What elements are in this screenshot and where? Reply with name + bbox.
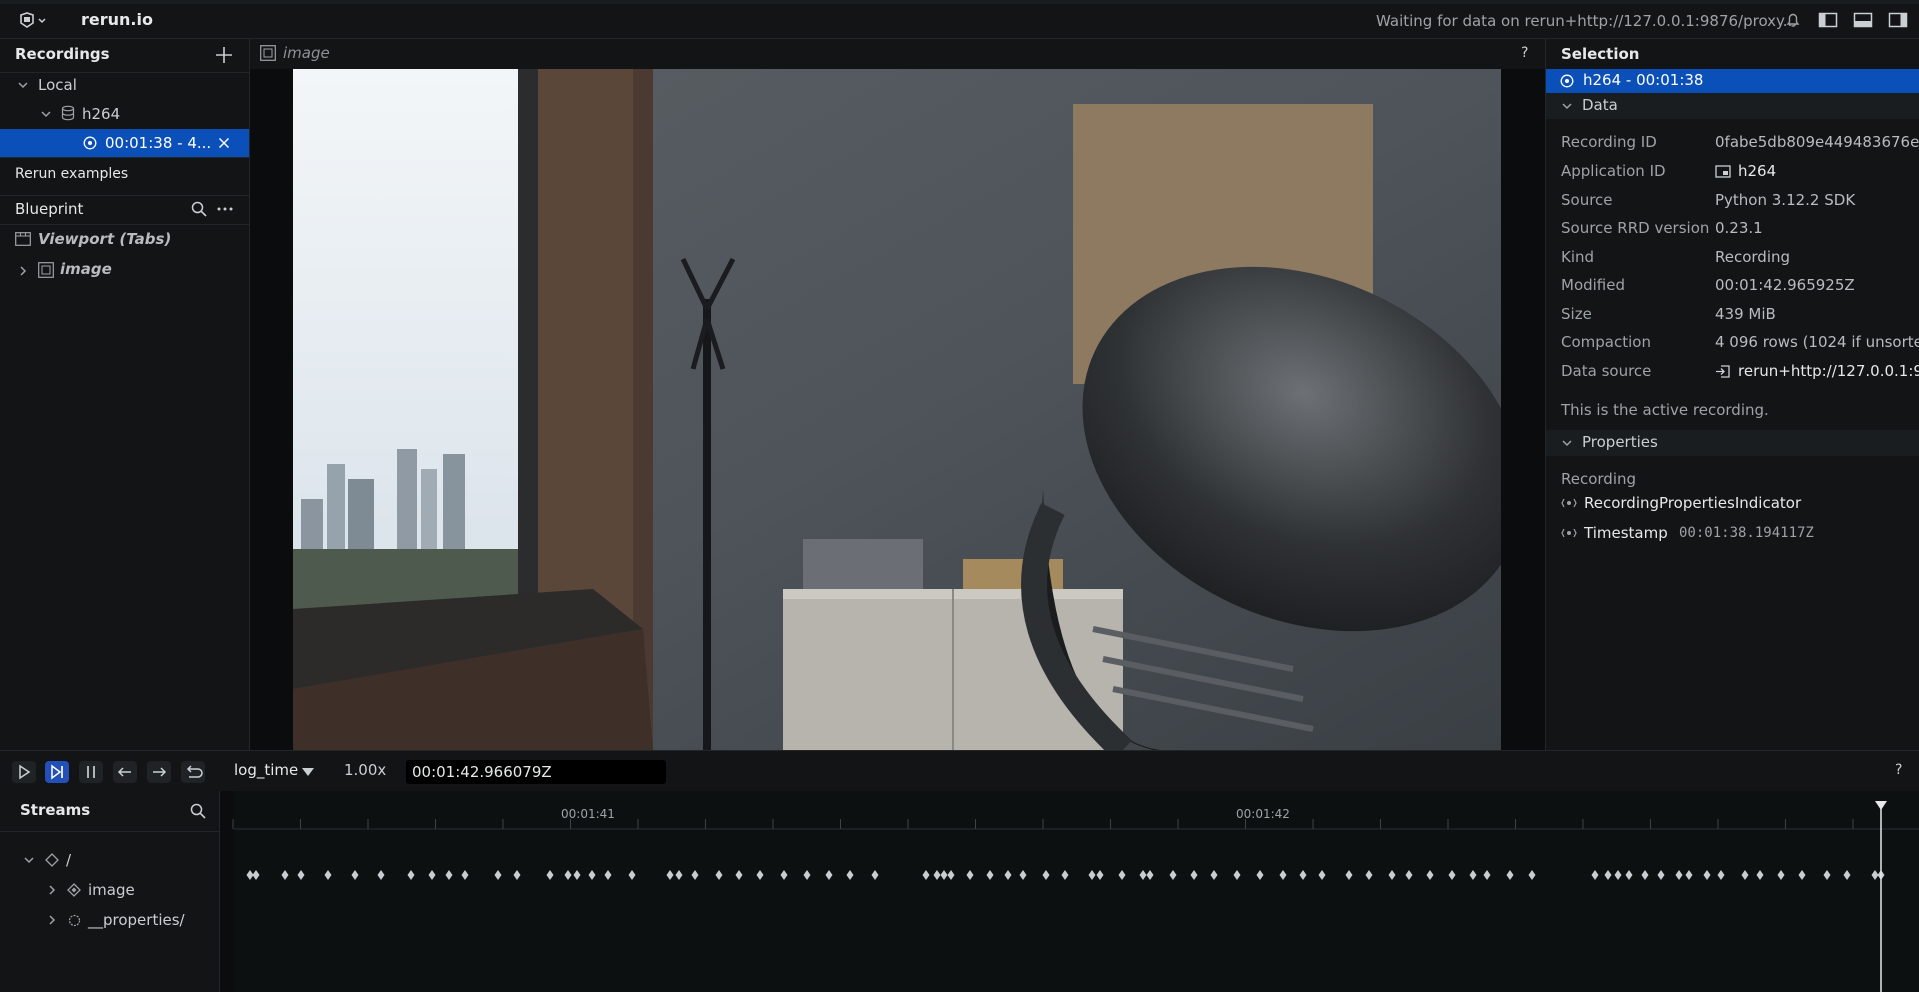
- streams-panel: Streams / image __properties/: [0, 791, 220, 992]
- selected-item-label: h264 - 00:01:38: [1583, 71, 1704, 89]
- chevron-right-icon[interactable]: [46, 884, 58, 896]
- field-value: 0fabe5db809e449483676e6: [1715, 133, 1919, 151]
- search-icon[interactable]: [190, 200, 208, 218]
- time-help-button[interactable]: ?: [1895, 762, 1902, 778]
- add-recording-icon[interactable]: [214, 45, 234, 65]
- component-icon: [1561, 527, 1577, 539]
- blueprint-title: Blueprint: [15, 200, 84, 218]
- chevron-right-icon[interactable]: [17, 265, 29, 277]
- toggle-right-panel-icon[interactable]: [1888, 11, 1908, 29]
- tick-label-00-01-41: 00:01:41: [561, 807, 615, 821]
- field-key: Modified: [1561, 276, 1626, 294]
- tick-label-00-01-42: 00:01:42: [1236, 807, 1290, 821]
- field-key: Source: [1561, 191, 1613, 209]
- timeline-canvas: 00:01:41 00:01:42: [220, 791, 1919, 992]
- field-value: Recording: [1715, 248, 1791, 266]
- recording-icon: [83, 136, 97, 150]
- notifications-bell-icon[interactable]: [1783, 11, 1803, 29]
- field-value: 439 MiB: [1715, 305, 1776, 323]
- application-icon: [1715, 164, 1731, 179]
- field-key: Recording ID: [1561, 133, 1657, 151]
- view-tab-bar: image ?: [250, 39, 1545, 69]
- time-controls: log_time 1.00x 00:01:42.966079Z ?: [0, 750, 1919, 791]
- field-value[interactable]: rerun+http://127.0.0.1:987: [1738, 362, 1919, 380]
- viewport-tabs-icon: [15, 232, 31, 246]
- data-source-icon: [1715, 364, 1731, 379]
- stream-root[interactable]: /: [66, 851, 71, 869]
- image-view-icon: [260, 45, 276, 61]
- stream-item-image[interactable]: image: [88, 881, 135, 899]
- properties-gear-icon: [67, 913, 82, 928]
- recordings-title: Recordings: [15, 45, 110, 63]
- field-key: Size: [1561, 305, 1592, 323]
- properties-section-header[interactable]: Properties: [1546, 430, 1919, 456]
- blueprint-view-image[interactable]: image: [60, 260, 112, 278]
- property-value: 00:01:38.194117Z: [1679, 525, 1814, 541]
- component-icon: [1561, 497, 1577, 509]
- step-back-button[interactable]: [113, 761, 137, 783]
- view-tab-image[interactable]: image: [283, 44, 330, 62]
- properties-group-label: Recording: [1561, 470, 1637, 488]
- search-icon[interactable]: [189, 802, 207, 820]
- chevron-down-icon[interactable]: [23, 854, 35, 866]
- field-key: Source RRD version: [1561, 219, 1710, 237]
- toggle-left-panel-icon[interactable]: [1818, 11, 1838, 29]
- play-button[interactable]: [12, 761, 36, 783]
- playback-speed[interactable]: 1.00x: [344, 761, 386, 779]
- close-icon[interactable]: [218, 137, 230, 149]
- timeline-selector[interactable]: log_time: [234, 761, 298, 779]
- entity-diamond-icon: [67, 883, 81, 897]
- view-help-button[interactable]: ?: [1521, 45, 1528, 61]
- chevron-down-icon[interactable]: [17, 79, 29, 91]
- chevron-right-icon[interactable]: [46, 914, 58, 926]
- database-icon: [61, 105, 75, 121]
- property-key[interactable]: RecordingPropertiesIndicator: [1584, 494, 1801, 512]
- loop-button[interactable]: [181, 761, 205, 783]
- active-recording-note: This is the active recording.: [1561, 401, 1769, 419]
- field-key: Compaction: [1561, 333, 1651, 351]
- video-frame: [293, 69, 1501, 750]
- recording-label: 00:01:38 - 4...: [105, 134, 212, 152]
- field-key: Data source: [1561, 362, 1652, 380]
- follow-button[interactable]: [45, 761, 69, 783]
- data-section-header[interactable]: Data: [1546, 93, 1919, 119]
- pause-button[interactable]: [79, 761, 103, 783]
- field-value: h264: [1738, 162, 1777, 180]
- chevron-down-icon[interactable]: [40, 108, 52, 120]
- left-panel: Recordings Local h264 00:01:38 - 4... Re…: [0, 39, 250, 750]
- entity-diamond-icon: [45, 853, 59, 867]
- timeline-panel[interactable]: 00:01:41 00:01:42: [220, 791, 1919, 992]
- field-value: 4 096 rows (1024 if unsorted: [1715, 333, 1919, 351]
- recording-item[interactable]: 00:01:38 - 4...: [0, 129, 249, 157]
- caret-down-icon[interactable]: [301, 767, 315, 777]
- selected-item[interactable]: h264 - 00:01:38: [1546, 69, 1919, 93]
- image-view-icon: [38, 262, 54, 278]
- connection-status: Waiting for data on rerun+http://127.0.0…: [1376, 12, 1798, 30]
- field-key: Kind: [1561, 248, 1595, 266]
- field-key: Application ID: [1561, 162, 1666, 180]
- chevron-down-icon[interactable]: [1561, 100, 1573, 112]
- properties-section-title: Properties: [1582, 433, 1658, 451]
- application-h264[interactable]: h264: [82, 105, 120, 123]
- streams-title: Streams: [20, 801, 91, 819]
- recording-icon: [1560, 74, 1574, 88]
- local-group[interactable]: Local: [38, 76, 77, 94]
- rerun-examples-link[interactable]: Rerun examples: [15, 166, 128, 182]
- chevron-down-icon[interactable]: [1561, 437, 1573, 449]
- field-value: Python 3.12.2 SDK: [1715, 191, 1856, 209]
- field-value: 0.23.1: [1715, 219, 1763, 237]
- viewport-tabs[interactable]: Viewport (Tabs): [38, 230, 171, 248]
- step-forward-button[interactable]: [147, 761, 171, 783]
- rerun-menu-icon[interactable]: [18, 11, 50, 29]
- app-title: rerun.io: [81, 10, 153, 29]
- more-options-icon[interactable]: [215, 200, 235, 218]
- selection-panel: Selection h264 - 00:01:38 Data Recording…: [1545, 39, 1919, 750]
- data-section-title: Data: [1582, 96, 1618, 114]
- property-key[interactable]: Timestamp: [1584, 524, 1668, 542]
- toggle-bottom-panel-icon[interactable]: [1853, 11, 1873, 29]
- selection-title: Selection: [1561, 45, 1640, 63]
- field-value: 00:01:42.965925Z: [1715, 276, 1855, 294]
- current-time-input[interactable]: 00:01:42.966079Z: [406, 760, 666, 784]
- stream-item-properties[interactable]: __properties/: [88, 911, 185, 929]
